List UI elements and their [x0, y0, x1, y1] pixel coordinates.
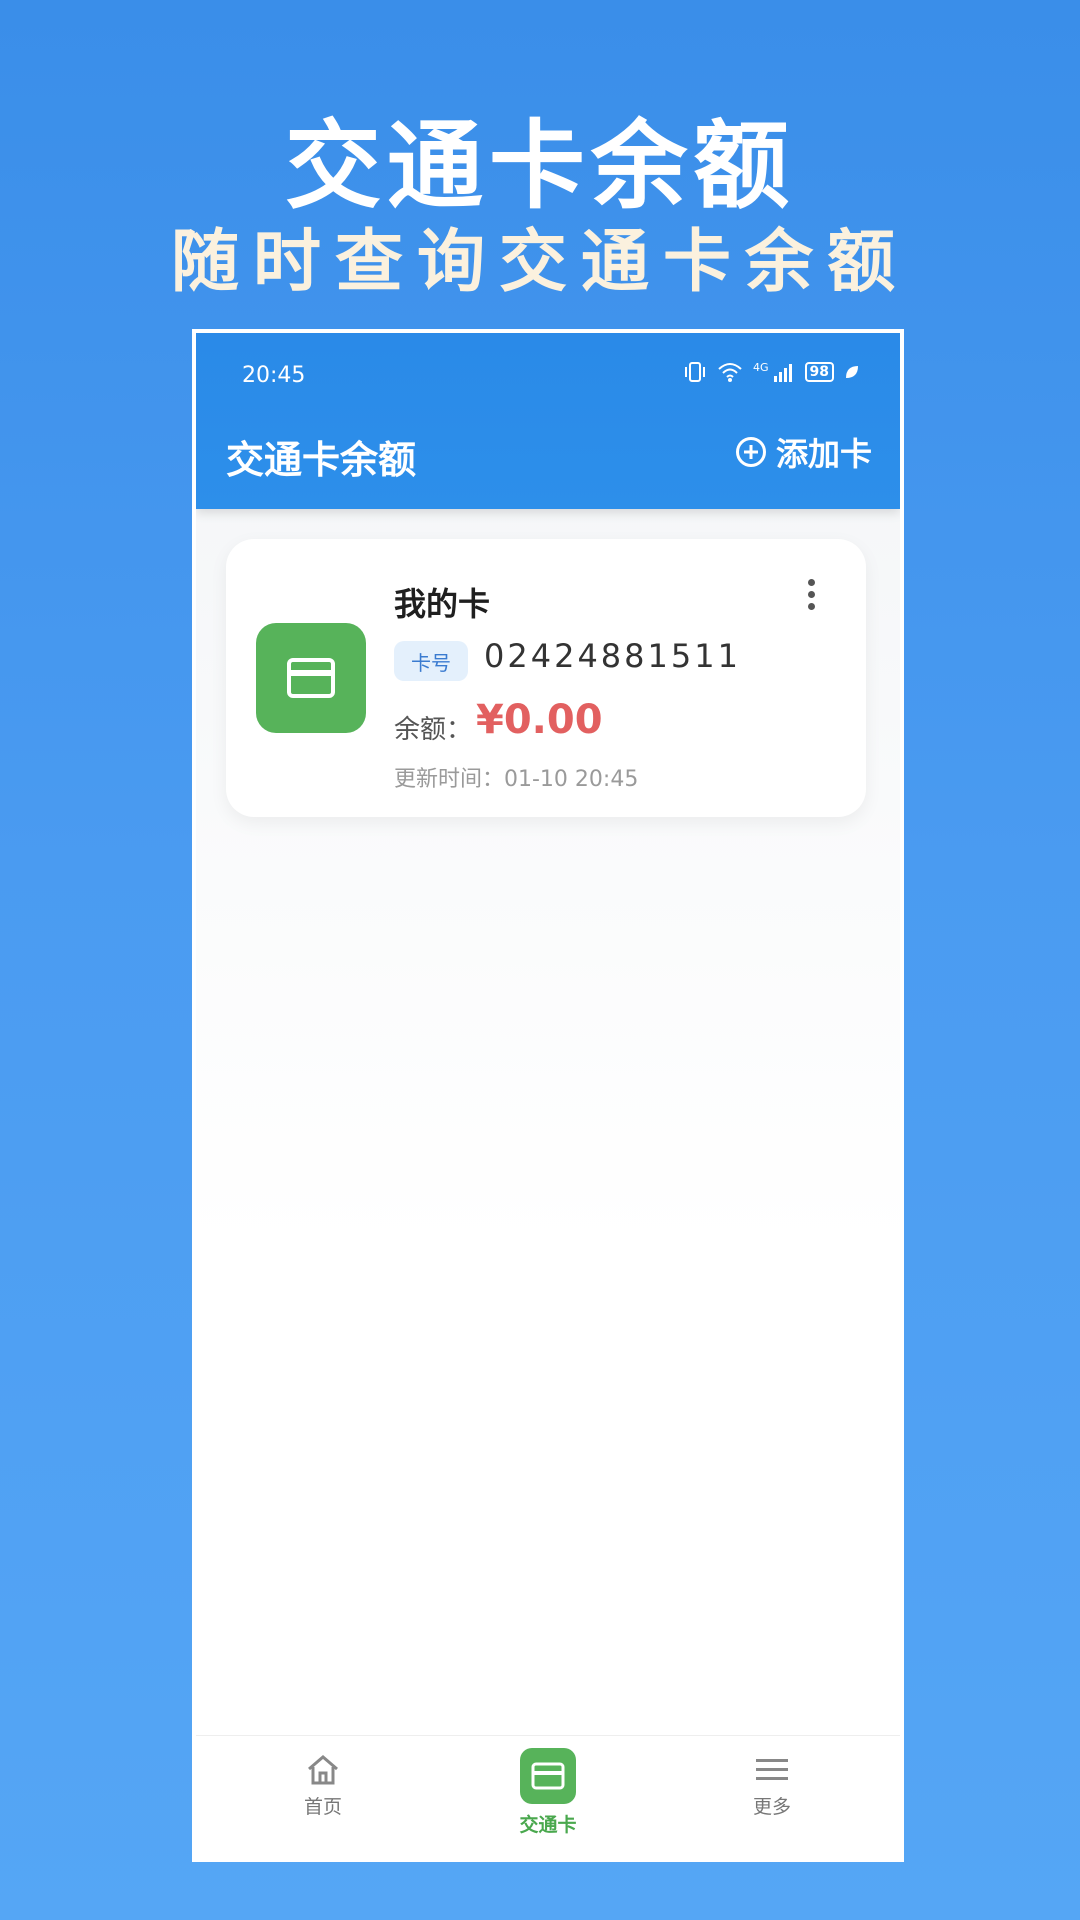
more-options-icon[interactable] [808, 579, 816, 610]
card-number-tag: 卡号 [394, 641, 468, 681]
update-time: 更新时间：01-10 20:45 [394, 767, 639, 792]
card-icon [520, 1748, 576, 1804]
app-bar: 20:45 4G 98 交通卡余额 添加卡 [196, 333, 900, 509]
balance-label: 余额： [394, 715, 473, 745]
card-number: 02424881511 [484, 637, 741, 675]
leaf-icon [846, 366, 858, 378]
status-icons: 4G 98 [683, 361, 860, 383]
bottom-tab-bar: 首页 交通卡 更多 [196, 1735, 900, 1858]
tab-more[interactable]: 更多 [702, 1754, 842, 1819]
promo-subtitle: 随时查询交通卡余额 [170, 223, 909, 302]
tab-more-label: 更多 [752, 1796, 791, 1818]
home-icon [308, 1755, 338, 1785]
app-title: 交通卡余额 [226, 438, 417, 482]
card-icon [256, 623, 366, 733]
vibrate-icon [684, 362, 705, 382]
wifi-icon [718, 363, 742, 382]
network-type: 4G [752, 361, 769, 374]
balance-value: ¥0.00 [476, 697, 603, 743]
add-circle-icon [735, 437, 766, 467]
battery-level: 98 [809, 364, 829, 380]
card-name: 我的卡 [394, 585, 491, 623]
phone-screen: 20:45 4G 98 交通卡余额 添加卡 我的卡 卡号 02424881511… [192, 329, 904, 1862]
battery-icon: 98 [804, 362, 834, 382]
transit-card-item[interactable]: 我的卡 卡号 02424881511 余额： ¥0.00 更新时间：01-10 … [226, 539, 866, 817]
status-time: 20:45 [242, 363, 306, 388]
add-card-button[interactable]: 添加卡 [735, 429, 872, 475]
signal-icon [773, 364, 792, 382]
tab-home[interactable]: 首页 [253, 1754, 393, 1819]
add-card-label: 添加卡 [775, 435, 872, 473]
app-content: 20:45 4G 98 交通卡余额 添加卡 我的卡 卡号 02424881511… [196, 333, 900, 1858]
tab-transit-card[interactable]: 交通卡 [478, 1748, 618, 1837]
menu-icon [756, 1759, 788, 1780]
tab-home-label: 首页 [303, 1796, 342, 1818]
tab-transit-card-label: 交通卡 [519, 1814, 577, 1836]
